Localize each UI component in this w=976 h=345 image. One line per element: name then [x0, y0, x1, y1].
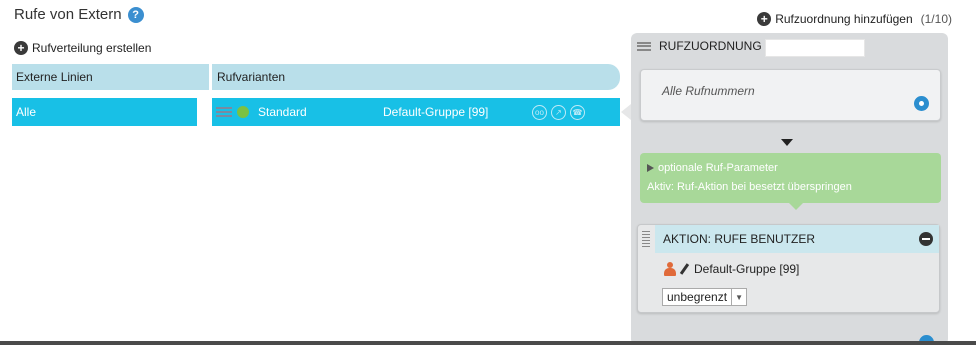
table-row[interactable]: Alle Standard Default-Gruppe [99] oo ↗ ☎	[12, 98, 620, 126]
page-title: Rufe von Extern ?	[14, 6, 144, 23]
help-icon[interactable]: ?	[127, 6, 144, 23]
table-header: Externe Linien Rufvarianten	[12, 64, 620, 90]
voicemail-icon[interactable]: oo	[532, 105, 547, 120]
action-title: AKTION: RUFE BENUTZER	[663, 232, 816, 246]
row-external-line: Alle	[16, 105, 37, 119]
duration-select[interactable]: unbegrenzt ▼	[662, 288, 748, 306]
add-assignment-count: (1/10)	[920, 12, 952, 26]
remove-icon[interactable]	[919, 232, 933, 246]
assignment-panel: RUFZUORDNUNG Alle Rufnummern optionale R…	[631, 33, 948, 345]
row-variant: Standard	[258, 105, 307, 119]
add-assignment-label: Rufzuordnung hinzufügen	[775, 12, 913, 26]
drag-handle-icon[interactable]	[642, 231, 650, 249]
column-header-variants: Rufvarianten	[217, 70, 286, 84]
plus-circle-icon: +	[14, 41, 28, 55]
edit-icon[interactable]	[679, 263, 690, 275]
action-target: Default-Gruppe [99]	[664, 262, 799, 276]
assignment-title: RUFZUORDNUNG	[659, 39, 762, 53]
create-distribution-link[interactable]: + Rufverteilung erstellen	[14, 41, 151, 55]
assignment-header: RUFZUORDNUNG	[637, 39, 762, 53]
numbers-card-label: Alle Rufnummern	[662, 84, 755, 98]
create-distribution-label: Rufverteilung erstellen	[32, 41, 152, 55]
optional-params-box[interactable]: optionale Ruf-Parameter Aktiv: Ruf-Aktio…	[640, 153, 941, 210]
action-target-label: Default-Gruppe [99]	[694, 262, 800, 276]
row-group: Default-Gruppe [99]	[383, 105, 489, 119]
numbers-card[interactable]: Alle Rufnummern	[640, 69, 941, 121]
page-title-text: Rufe von Extern	[14, 6, 122, 23]
action-card: AKTION: RUFE BENUTZER Default-Gruppe [99…	[637, 224, 940, 313]
column-header-external-lines: Externe Linien	[16, 70, 93, 84]
optional-params-status: Aktiv: Ruf-Aktion bei besetzt überspring…	[647, 181, 852, 193]
column-divider	[209, 64, 212, 90]
action-header: AKTION: RUFE BENUTZER	[655, 225, 939, 253]
optional-params-title: optionale Ruf-Parameter	[658, 162, 778, 174]
expand-icon	[647, 164, 654, 172]
forward-icon[interactable]: ↗	[551, 105, 566, 120]
status-dot-icon	[237, 106, 249, 118]
add-assignment-link[interactable]: + Rufzuordnung hinzufügen (1/10)	[757, 12, 952, 26]
row-divider	[197, 98, 212, 126]
flow-arrow-icon	[781, 139, 793, 146]
duration-select-value: unbegrenzt	[667, 290, 728, 304]
params-pointer	[789, 203, 803, 210]
drag-handle-icon[interactable]	[216, 107, 232, 117]
user-icon	[664, 262, 676, 276]
assignment-name-input[interactable]	[765, 39, 865, 57]
panel-pointer	[621, 104, 631, 120]
chevron-down-icon: ▼	[731, 289, 746, 305]
plus-circle-icon: +	[757, 12, 772, 26]
phone-icon[interactable]: ☎	[570, 105, 585, 120]
drag-handle-icon[interactable]	[637, 41, 651, 51]
settings-icon[interactable]	[914, 96, 929, 111]
bottom-divider	[0, 341, 976, 345]
optional-params-toggle[interactable]: optionale Ruf-Parameter	[647, 162, 778, 174]
